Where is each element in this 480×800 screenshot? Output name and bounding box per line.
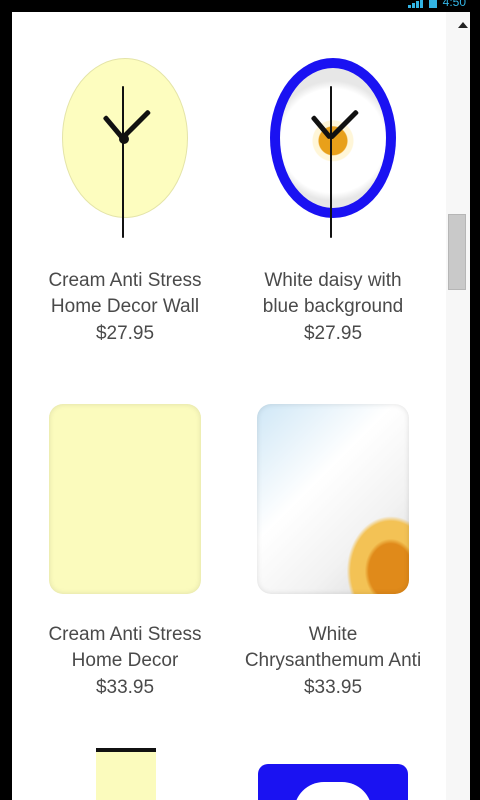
signal-icon [407, 0, 423, 8]
scrollbar-track[interactable] [446, 12, 470, 800]
cream-pillow-image[interactable] [49, 404, 201, 594]
product-title-line2[interactable]: blue background [228, 294, 438, 320]
product-price: $27.95 [303, 323, 363, 344]
status-time: 4:50 [442, 0, 466, 9]
next-product-image[interactable] [96, 748, 156, 800]
product-price: $33.95 [95, 677, 155, 698]
next-product-image[interactable] [258, 764, 408, 800]
daisy-wall-clock-image[interactable] [270, 58, 396, 238]
product-title-line1[interactable]: Cream Anti Stress [20, 268, 230, 294]
product-card[interactable]: White daisy with blue background $27.95 [228, 58, 438, 348]
product-title-line1[interactable]: White daisy with [228, 268, 438, 294]
product-title-line1[interactable]: White [228, 622, 438, 648]
scroll-up-icon[interactable] [458, 22, 468, 28]
product-card[interactable]: Cream Anti Stress Home Decor Wall $27.95 [20, 58, 230, 348]
product-list[interactable]: Cream Anti Stress Home Decor Wall $27.95… [12, 12, 470, 800]
product-title-line2[interactable]: Home Decor [20, 648, 230, 674]
product-title-line2[interactable]: Home Decor Wall [20, 294, 230, 320]
product-price: $27.95 [95, 323, 155, 344]
cream-wall-clock-image[interactable] [62, 58, 188, 238]
product-title-line1[interactable]: Cream Anti Stress [20, 622, 230, 648]
product-card[interactable]: Cream Anti Stress Home Decor $33.95 [20, 404, 230, 702]
product-title-line2[interactable]: Chrysanthemum Anti [228, 648, 438, 674]
status-bar: 4:50 [0, 0, 480, 12]
product-card[interactable]: White Chrysanthemum Anti $33.95 [228, 404, 438, 702]
battery-icon [428, 0, 437, 8]
scrollbar-thumb[interactable] [448, 214, 466, 290]
product-price: $33.95 [303, 677, 363, 698]
chrysanthemum-pillow-image[interactable] [257, 404, 409, 594]
